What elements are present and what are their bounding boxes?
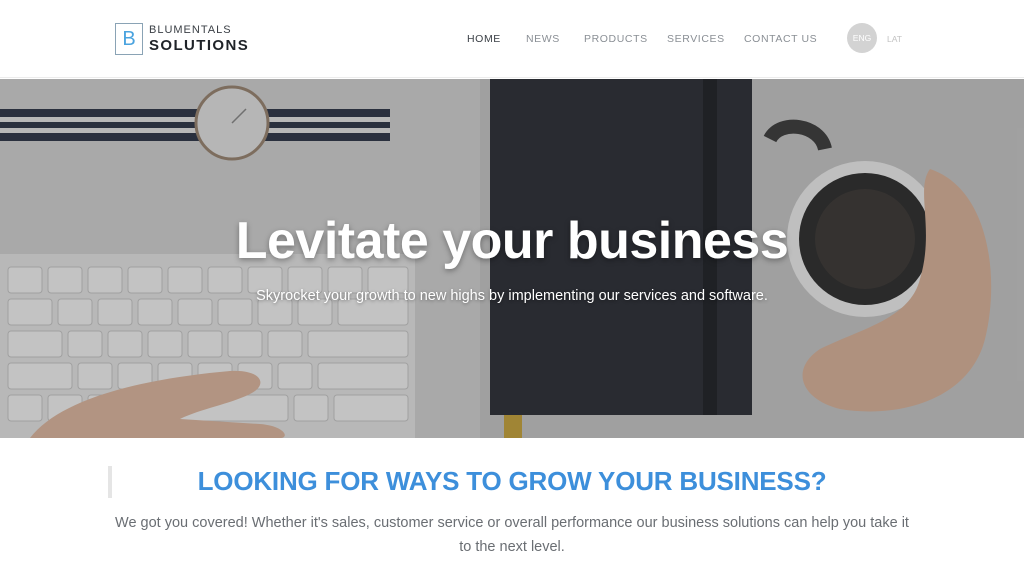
section-heading: LOOKING FOR WAYS TO GROW YOUR BUSINESS? — [197, 466, 827, 496]
hero-subtitle: Skyrocket your growth to new highs by im… — [256, 288, 768, 304]
nav-item-contact-us[interactable]: CONTACT US — [744, 33, 817, 45]
language-switch-other[interactable]: LAT — [887, 34, 902, 44]
nav-item-products[interactable]: PRODUCTS — [584, 33, 648, 45]
nav-item-services[interactable]: SERVICES — [667, 33, 725, 45]
hero-title: Levitate your business — [235, 212, 789, 270]
section-description: We got you covered! Whether it's sales, … — [115, 515, 909, 555]
nav-item-home[interactable]: HOME — [467, 33, 501, 45]
nav-item-news[interactable]: NEWS — [526, 33, 560, 45]
language-switch-active[interactable]: ENG — [847, 23, 877, 53]
site-header: B BLUMENTALS SOLUTIONS HOME NEWS PRODUCT… — [0, 0, 1024, 78]
hero-banner: Levitate your business Skyrocket your gr… — [0, 79, 1024, 438]
